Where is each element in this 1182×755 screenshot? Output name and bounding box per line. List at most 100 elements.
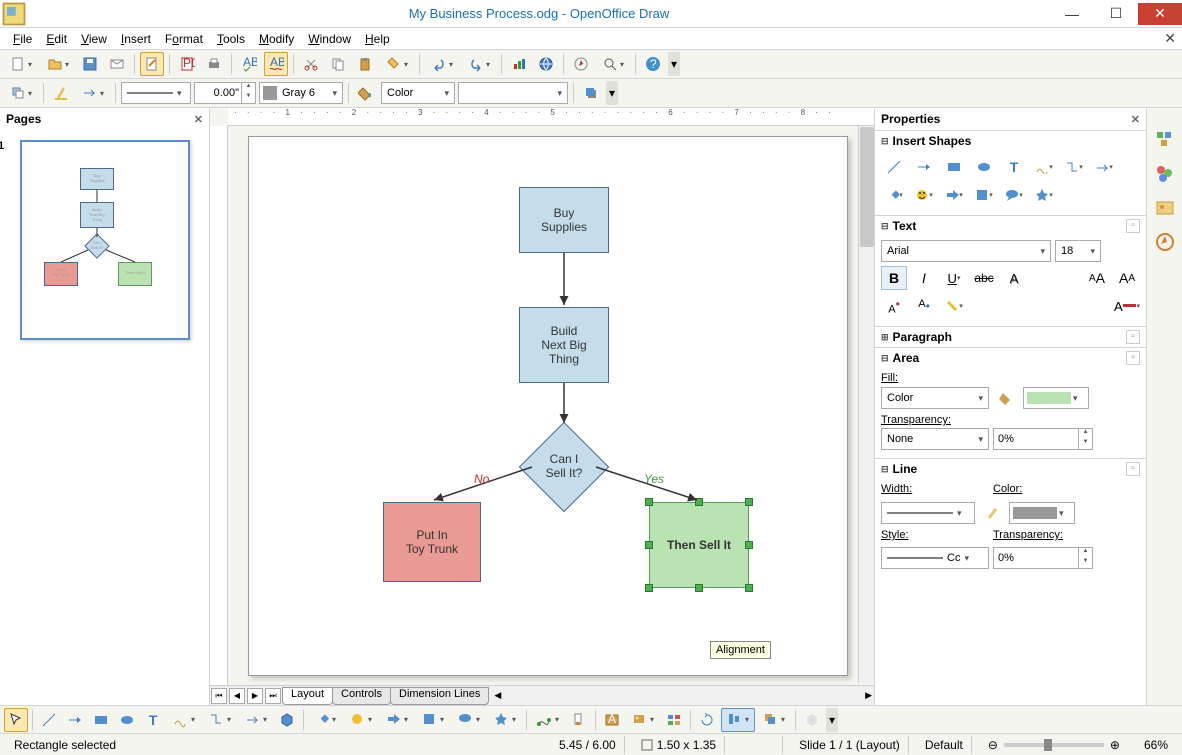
shape-build[interactable]: Build Next Big Thing [519,307,609,383]
shape-ellipse-icon[interactable] [971,155,997,179]
strike-button[interactable]: abc [971,266,997,290]
shape-flowchart-icon[interactable] [971,183,997,207]
shape-lines-icon[interactable] [1091,155,1117,179]
text-more-icon[interactable]: ▫ [1126,219,1140,233]
tab-dimension[interactable]: Dimension Lines [390,687,489,705]
line-color-pencil-icon[interactable] [979,501,1005,525]
copy-button[interactable] [326,52,350,76]
zoom-control[interactable]: ⊖ ⊕ [980,736,1128,754]
properties-close-icon[interactable]: ✕ [1131,113,1140,126]
nav-next-icon[interactable]: ▶ [247,688,263,704]
fill-type-combo[interactable]: Color▾ [881,387,989,409]
line-color-combo-prop[interactable]: ▾ [1009,502,1075,524]
fill-bucket-button[interactable] [354,81,378,105]
line-color-button[interactable] [49,81,73,105]
section-insert-shapes[interactable]: Insert Shapes [893,134,972,148]
paragraph-more-icon[interactable]: ▫ [1126,330,1140,344]
shadow-text-button[interactable]: A [1001,266,1027,290]
bottom-overflow-icon[interactable]: ▾ [826,708,838,732]
arrange-button-bottom[interactable] [757,708,791,732]
rotate-button[interactable] [695,708,719,732]
highlight-button[interactable] [941,294,967,318]
drawing-page[interactable]: Buy Supplies Build Next Big Thing Can I … [248,136,848,676]
line-style-combo[interactable]: ▾ [121,82,191,104]
menu-help[interactable]: Help [358,30,397,48]
shape-line-icon[interactable] [881,155,907,179]
gallery-button[interactable] [662,708,686,732]
3d-tool-button[interactable] [275,708,299,732]
tab-layout[interactable]: Layout [282,687,333,705]
new-button[interactable] [4,52,38,76]
block-arrow-button[interactable] [380,708,414,732]
shape-block-arrow-icon[interactable] [941,183,967,207]
chart-button[interactable] [507,52,531,76]
pages-close-icon[interactable]: ✕ [194,113,203,126]
redo-button[interactable] [462,52,496,76]
close-button[interactable]: ✕ [1138,3,1182,25]
shape-text-icon[interactable]: T [1001,155,1027,179]
area-more-icon[interactable]: ▫ [1126,351,1140,365]
tab-controls[interactable]: Controls [332,687,391,705]
paste-button[interactable] [353,52,377,76]
shape-curve-icon[interactable] [1031,155,1057,179]
toolbar-overflow-icon[interactable]: ▾ [668,52,680,76]
menu-modify[interactable]: Modify [252,30,301,48]
menu-view[interactable]: View [74,30,114,48]
zoom-out-icon[interactable]: ⊖ [988,738,998,752]
superscript-button[interactable]: A• [881,294,907,318]
increase-font-button[interactable]: AA [1084,266,1110,290]
transparency-type-combo[interactable]: None▾ [881,428,989,450]
menu-tools[interactable]: Tools [210,30,252,48]
shape-basic-icon[interactable] [881,183,907,207]
transparency-spinner[interactable]: 0%▲▼ [993,428,1093,450]
shape-rect-icon[interactable] [941,155,967,179]
line-more-icon[interactable]: ▫ [1126,462,1140,476]
export-pdf-button[interactable]: PDF [175,52,199,76]
alignment-button[interactable] [721,708,755,732]
bold-button[interactable]: B [881,266,907,290]
section-text[interactable]: Text [893,219,917,233]
nav-first-icon[interactable]: ⏮ [211,688,227,704]
connector-tool-button[interactable] [203,708,237,732]
line-tool-button[interactable] [37,708,61,732]
shape-then-sell[interactable]: Then Sell It [649,502,749,588]
shape-arrow-icon[interactable] [911,155,937,179]
maximize-button[interactable]: ☐ [1094,3,1138,25]
sidebar-navigator-icon[interactable] [1153,230,1177,254]
decrease-font-button[interactable]: AA [1114,266,1140,290]
subscript-button[interactable]: A• [911,294,937,318]
text-tool-button[interactable]: T [141,708,165,732]
sidebar-properties-icon[interactable] [1153,128,1177,152]
toolbar2-overflow-icon[interactable]: ▾ [606,81,618,105]
fontwork-button[interactable]: A [600,708,624,732]
shape-decision[interactable]: Can I Sell It? [519,422,609,512]
arrow-style-button[interactable] [76,81,110,105]
status-style[interactable]: Default [917,736,972,754]
arrange-button[interactable] [4,81,38,105]
open-button[interactable] [41,52,75,76]
fill-color-combo[interactable]: ▾ [1023,387,1089,409]
shape-connector-icon[interactable] [1061,155,1087,179]
font-name-combo[interactable]: Arial▾ [881,240,1051,262]
curve-tool-button[interactable] [167,708,201,732]
shape-symbol-icon[interactable] [911,183,937,207]
save-button[interactable] [78,52,102,76]
rect-tool-button[interactable] [89,708,113,732]
shape-star-icon[interactable] [1031,183,1057,207]
zoom-slider[interactable] [1004,743,1104,747]
glue-button[interactable] [567,708,591,732]
shape-toy-trunk[interactable]: Put In Toy Trunk [383,502,481,582]
canvas-viewport[interactable]: Buy Supplies Build Next Big Thing Can I … [228,126,874,685]
minimize-button[interactable]: — [1050,3,1094,25]
flowchart-button[interactable] [416,708,450,732]
from-file-button[interactable] [626,708,660,732]
section-area[interactable]: Area [893,351,920,365]
page-thumbnail[interactable]: BuySupplies BuildNext BigThing Can ISell… [20,140,190,340]
menu-insert[interactable]: Insert [114,30,158,48]
select-tool-button[interactable] [4,708,28,732]
vertical-scrollbar[interactable] [858,126,874,683]
zoom-in-icon[interactable]: ⊕ [1110,738,1120,752]
font-size-combo[interactable]: 18▾ [1055,240,1101,262]
sidebar-gallery-icon[interactable] [1153,196,1177,220]
line-transparency-spinner[interactable]: 0%▲▼ [993,547,1093,569]
